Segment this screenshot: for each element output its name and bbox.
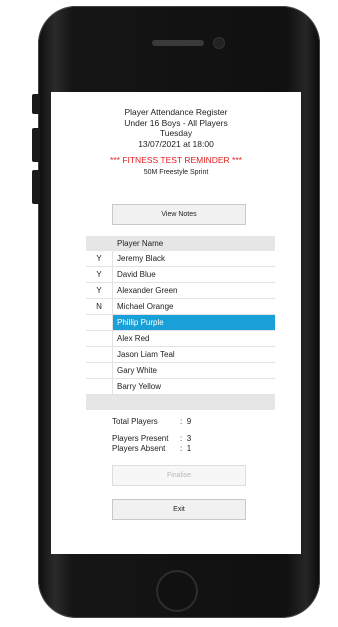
attendance-status: Y	[96, 286, 102, 295]
player-table: Player Name Y Jeremy Black Y David Blue Y Ale…	[86, 236, 275, 410]
register-header: Player Attendance Register Under 16 Boys…	[51, 92, 301, 149]
table-header: Player Name	[86, 236, 275, 251]
player-name: David Blue	[112, 267, 275, 282]
front-camera	[214, 38, 224, 48]
column-header-player-name: Player Name	[117, 239, 164, 248]
player-name: Barry Yellow	[112, 379, 275, 394]
table-footer	[86, 395, 275, 410]
player-name: Gary White	[112, 363, 275, 378]
table-row[interactable]: Phillip Purple	[86, 315, 275, 331]
attendance-status: Y	[96, 270, 102, 279]
mute-switch	[32, 94, 40, 114]
volume-up-button	[32, 128, 40, 162]
speaker-grille	[152, 40, 204, 46]
attendance-status: Y	[96, 254, 102, 263]
session-datetime: 13/07/2021 at 18:00	[138, 138, 214, 149]
session-day: Tuesday	[159, 128, 193, 138]
volume-down-button	[32, 170, 40, 204]
home-button[interactable]	[158, 572, 196, 610]
view-notes-button[interactable]: View Notes	[112, 204, 246, 225]
player-name: Alexander Green	[112, 283, 275, 298]
player-name: Phillip Purple	[112, 315, 275, 330]
players-present-value: 3	[186, 434, 192, 443]
app-screen: Player Attendance Register Under 16 Boys…	[51, 92, 301, 554]
table-row[interactable]: Y David Blue	[86, 267, 275, 283]
table-row[interactable]: Y Jeremy Black	[86, 251, 275, 267]
finalise-button[interactable]: Finalise	[112, 465, 246, 486]
table-row[interactable]: Gary White	[86, 363, 275, 379]
table-row[interactable]: Jason Liam Teal	[86, 347, 275, 363]
players-absent-value: 1	[186, 444, 192, 453]
reminder-detail: 50M Freestyle Sprint	[143, 169, 209, 176]
table-row[interactable]: Barry Yellow	[86, 379, 275, 395]
player-name: Jason Liam Teal	[112, 347, 275, 362]
team-group: Under 16 Boys - All Players	[124, 117, 228, 128]
players-present: Players Present: 3	[112, 434, 192, 443]
fitness-reminder: *** FITNESS TEST REMINDER ***	[110, 155, 242, 165]
exit-button[interactable]: Exit	[112, 499, 246, 520]
total-players-value: 9	[186, 417, 192, 426]
page-title: Player Attendance Register	[124, 107, 228, 117]
player-name: Michael Orange	[112, 299, 275, 314]
players-absent: Players Absent: 1	[112, 444, 192, 453]
player-name: Jeremy Black	[112, 251, 275, 266]
table-row[interactable]: N Michael Orange	[86, 299, 275, 315]
player-name: Alex Red	[112, 331, 275, 346]
total-players: Total Players: 9	[112, 417, 192, 426]
table-row[interactable]: Alex Red	[86, 331, 275, 347]
attendance-status: N	[96, 302, 102, 311]
table-row[interactable]: Y Alexander Green	[86, 283, 275, 299]
